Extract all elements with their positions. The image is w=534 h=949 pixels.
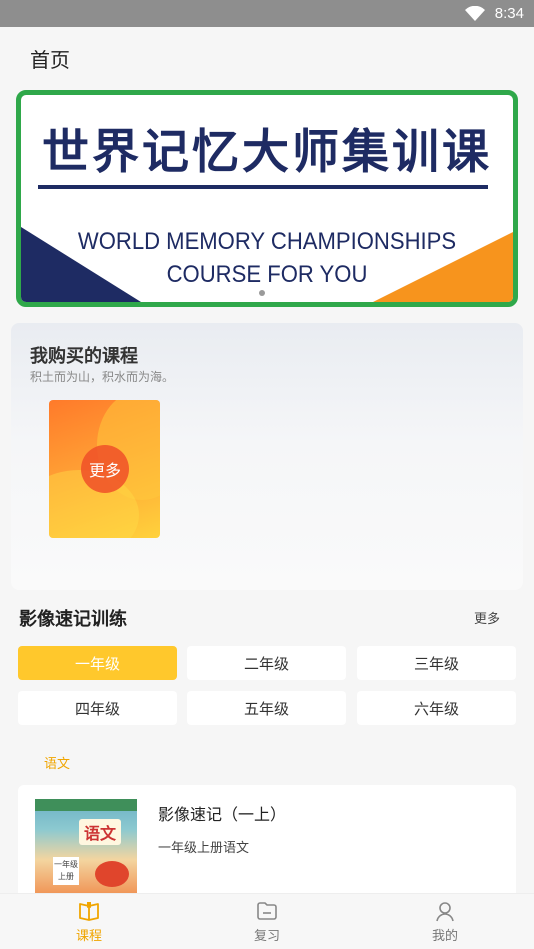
nav-review[interactable]: 复习 <box>178 894 356 949</box>
grade-tab-2[interactable]: 二年级 <box>187 646 346 680</box>
course-cover-image: 语文 一年级 上册 <box>35 799 137 900</box>
banner-title-cn: 世界记忆大师集训课 <box>42 125 492 180</box>
nav-mine-label: 我的 <box>431 929 458 944</box>
training-section-title: 影像速记训练 <box>19 609 127 630</box>
cover-title: 语文 <box>79 819 121 845</box>
status-time: 8:34 <box>494 5 524 22</box>
nav-review-label: 复习 <box>253 929 280 944</box>
cover-term-text: 上册 <box>58 872 74 881</box>
carousel-indicator-dot[interactable] <box>259 290 265 296</box>
cover-fish-illustration <box>95 861 129 887</box>
more-courses-tile[interactable]: 更多 <box>49 400 160 538</box>
nav-mine[interactable]: 我的 <box>356 894 534 949</box>
cover-band <box>35 799 137 811</box>
wifi-icon <box>464 5 485 21</box>
grade-tab-4[interactable]: 四年级 <box>18 691 177 725</box>
status-bar: 8:34 <box>0 0 534 27</box>
subject-label[interactable]: 语文 <box>44 753 70 772</box>
course-card[interactable]: 语文 一年级 上册 影像速记（一上） 一年级上册语文 <box>18 785 516 900</box>
more-courses-label: 更多 <box>81 445 129 493</box>
grade-tab-5[interactable]: 五年级 <box>187 691 346 725</box>
grade-tab-1[interactable]: 一年级 <box>18 646 177 680</box>
cover-grade: 一年级 上册 <box>53 857 79 885</box>
banner-title-en-line2: COURSE FOR YOU <box>166 261 368 288</box>
purchased-courses-title: 我购买的课程 <box>30 346 138 367</box>
folder-icon <box>257 902 277 920</box>
bottom-nav: 课程 复习 我的 <box>0 893 534 949</box>
cover-grade-text: 一年级 <box>54 860 78 869</box>
page-title: 首页 <box>30 48 70 72</box>
banner-underline <box>38 185 488 189</box>
grade-tab-6[interactable]: 六年级 <box>357 691 516 725</box>
course-title: 影像速记（一上） <box>158 805 287 824</box>
purchased-courses-card: 我购买的课程 积土而为山，积水而为海。 更多 <box>11 323 523 590</box>
nav-courses-label: 课程 <box>75 929 102 944</box>
user-icon <box>436 902 454 922</box>
banner-title-en-line1: WORLD MEMORY CHAMPIONSHIPS <box>77 228 457 255</box>
course-description: 一年级上册语文 <box>158 841 250 856</box>
nav-courses[interactable]: 课程 <box>0 894 178 949</box>
purchased-courses-subtitle: 积土而为山，积水而为海。 <box>30 370 175 384</box>
banner-carousel[interactable]: 世界记忆大师集训课 WORLD MEMORY CHAMPIONSHIPS COU… <box>16 90 518 307</box>
training-more-link[interactable]: 更多 <box>474 608 500 627</box>
banner-title-en: WORLD MEMORY CHAMPIONSHIPS COURSE FOR YO… <box>41 225 494 291</box>
book-icon <box>79 902 99 921</box>
grade-tab-3[interactable]: 三年级 <box>357 646 516 680</box>
